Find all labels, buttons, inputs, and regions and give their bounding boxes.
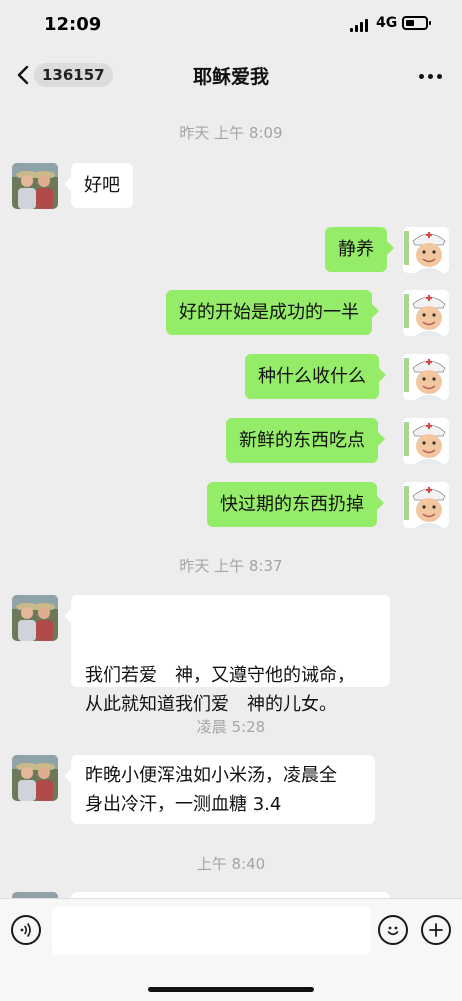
emoji-icon xyxy=(387,926,399,936)
back-icon xyxy=(12,60,34,90)
message-bubble-sent[interactable]: 新鲜的东西吃点 xyxy=(226,418,385,463)
message-bubble-sent[interactable]: 静养 xyxy=(325,227,394,272)
input-bar xyxy=(0,898,462,1001)
contact-avatar[interactable] xyxy=(12,595,58,641)
user-avatar[interactable] xyxy=(403,354,449,400)
network-label: 4G xyxy=(376,15,398,31)
voice-icon xyxy=(20,923,31,937)
home-indicator xyxy=(148,987,314,992)
emoji-button[interactable] xyxy=(378,915,408,945)
user-avatar[interactable] xyxy=(403,418,449,464)
battery-icon xyxy=(402,16,431,30)
message-bubble-received[interactable]: 好吧 xyxy=(64,163,133,208)
timestamp: 昨天 上午 8:09 xyxy=(179,124,283,142)
voice-button[interactable] xyxy=(11,915,41,945)
contact-avatar[interactable] xyxy=(12,163,58,209)
user-avatar[interactable] xyxy=(403,227,449,273)
plus-icon xyxy=(429,923,443,937)
signal-icon xyxy=(350,18,370,32)
unread-count-badge: 136157 xyxy=(34,63,113,87)
contact-avatar[interactable] xyxy=(12,755,58,801)
message-bubble-sent[interactable]: 好的开始是成功的一半 xyxy=(166,290,379,335)
message-bubble-received[interactable]: 我们若爱 神，又遵守他的诫命， 从此就知道我们爱 神的儿女。 xyxy=(64,595,390,800)
chat-header: 耶稣爱我 136157 xyxy=(0,52,462,98)
user-avatar[interactable] xyxy=(403,482,449,528)
message-bubble-sent[interactable]: 快过期的东西扔掉 xyxy=(207,482,384,527)
message-bubble-sent[interactable]: 种什么收什么 xyxy=(245,354,386,399)
status-bar: 12:09 4G xyxy=(0,0,462,52)
plus-button[interactable] xyxy=(421,915,451,945)
timestamp: 昨天 上午 8:37 xyxy=(179,557,283,575)
status-time: 12:09 xyxy=(44,14,102,35)
message-bubble-received[interactable]: 昨晚小便浑浊如小米汤，凌晨全 身出冷汗，一测血糖 3.4 xyxy=(64,755,375,824)
back-button[interactable]: 136157 xyxy=(12,60,113,90)
more-icon[interactable] xyxy=(414,64,446,88)
timestamp: 上午 8:40 xyxy=(196,855,266,873)
message-text: 我们若爱 神，又遵守他的诫命， 从此就知道我们爱 神的儿女。 xyxy=(85,665,355,715)
user-avatar[interactable] xyxy=(403,290,449,336)
message-input[interactable] xyxy=(52,907,371,955)
